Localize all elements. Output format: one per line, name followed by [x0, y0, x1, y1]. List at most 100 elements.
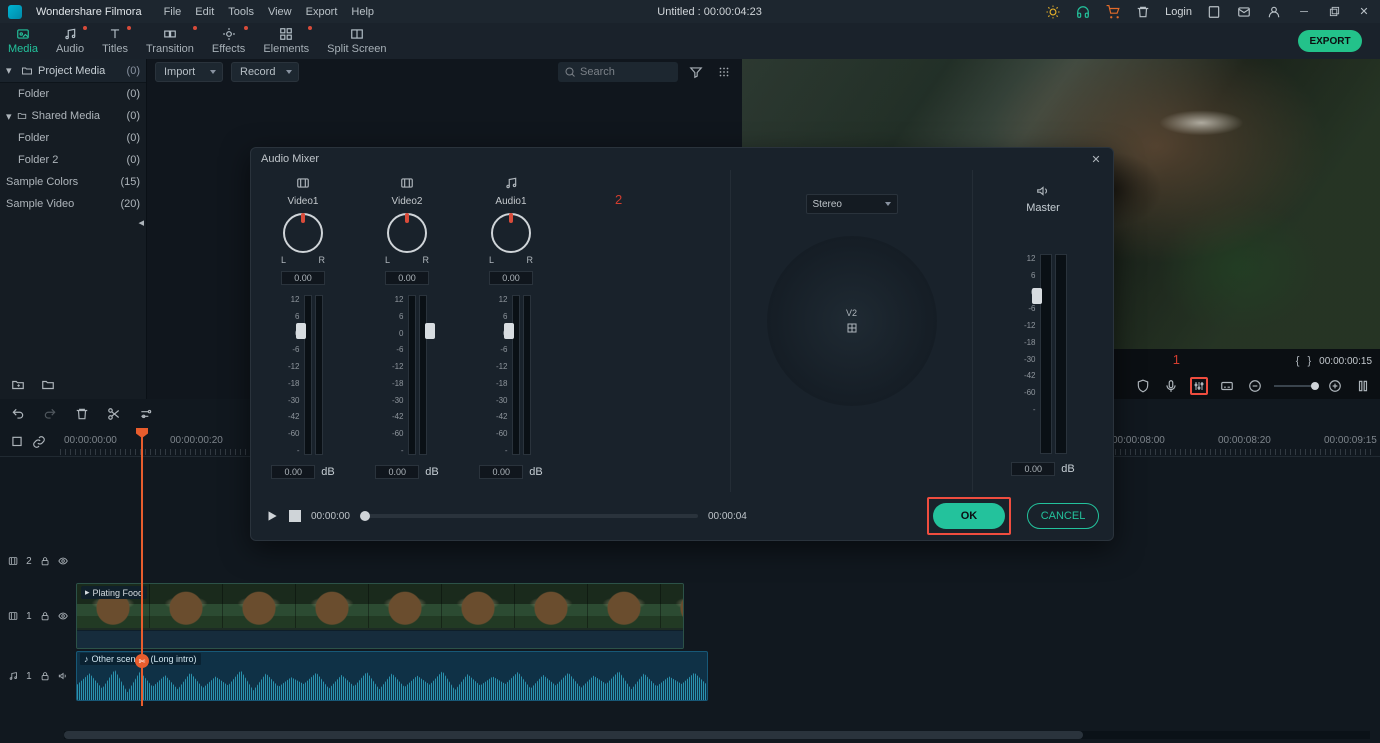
ok-button[interactable]: OK	[933, 503, 1005, 529]
fader[interactable]	[408, 295, 427, 455]
stereo-select[interactable]: Stereo	[806, 194, 898, 214]
redo-icon[interactable]	[42, 406, 58, 422]
film-icon	[8, 609, 18, 623]
timeline-scrollbar[interactable]	[64, 731, 1370, 739]
zoom-range[interactable]	[1274, 385, 1316, 387]
pan-knob[interactable]	[387, 213, 427, 253]
pan-knob[interactable]	[491, 213, 531, 253]
close-icon[interactable]: ✕	[1089, 152, 1103, 166]
speaker-icon[interactable]	[58, 669, 68, 683]
cart-icon[interactable]	[1105, 4, 1121, 20]
new-folder-icon[interactable]	[10, 378, 26, 392]
stop-icon[interactable]	[289, 510, 301, 522]
eye-icon[interactable]	[58, 554, 68, 568]
zoom-out-icon[interactable]	[1246, 377, 1264, 395]
delete-icon[interactable]	[74, 406, 90, 422]
zoom-in-icon[interactable]	[1326, 377, 1344, 395]
shield-icon[interactable]	[1134, 377, 1152, 395]
settings-icon[interactable]	[138, 406, 154, 422]
pan-value[interactable]: 0.00	[281, 271, 325, 285]
marker-icon[interactable]	[10, 435, 24, 449]
menu-edit[interactable]: Edit	[195, 6, 214, 18]
trash-icon[interactable]	[1135, 4, 1151, 20]
sidebar-item-folder2[interactable]: Folder 2(0)	[0, 149, 146, 171]
tab-effects[interactable]: Effects	[212, 27, 245, 55]
minimize-icon[interactable]: ─	[1296, 4, 1312, 20]
sidebar-header[interactable]: ▾ Project Media (0)	[0, 59, 146, 83]
menu-help[interactable]: Help	[351, 6, 374, 18]
headphones-icon[interactable]	[1075, 4, 1091, 20]
playhead-handle-icon[interactable]: ✄	[135, 654, 149, 668]
play-icon: ▸	[85, 587, 90, 598]
sidebar-item-sample-video[interactable]: Sample Video(20)	[0, 193, 146, 215]
eye-icon[interactable]	[58, 609, 68, 623]
pan-knob[interactable]	[283, 213, 323, 253]
audio-mixer-icon[interactable]	[1190, 377, 1208, 395]
menu-export[interactable]: Export	[306, 6, 338, 18]
fader[interactable]	[512, 295, 531, 455]
sidebar-collapse-icon[interactable]: ◂	[0, 215, 146, 229]
sidebar-item-folder[interactable]: Folder(0)	[0, 83, 146, 105]
fit-icon[interactable]	[1354, 377, 1372, 395]
promo-icon[interactable]	[1045, 4, 1061, 20]
db-value[interactable]: 0.00	[375, 465, 419, 479]
film-icon	[8, 554, 18, 568]
folder-icon	[20, 65, 34, 77]
mark-out-icon[interactable]: }	[1307, 355, 1311, 367]
menu-view[interactable]: View	[268, 6, 292, 18]
tab-media[interactable]: Media	[8, 27, 38, 55]
lock-icon[interactable]	[40, 609, 50, 623]
cancel-button[interactable]: CANCEL	[1027, 503, 1099, 529]
file-icon[interactable]	[1206, 4, 1222, 20]
sidebar-item-folder[interactable]: Folder(0)	[0, 127, 146, 149]
export-button[interactable]: EXPORT	[1298, 30, 1362, 52]
audio-clip[interactable]: ♪Other scenery (Long intro)	[76, 651, 708, 701]
tab-transition[interactable]: Transition	[146, 27, 194, 55]
grid-view-icon[interactable]	[714, 62, 734, 82]
playback-progress[interactable]	[360, 514, 698, 518]
menu-file[interactable]: File	[164, 6, 182, 18]
master-db-value[interactable]: 0.00	[1011, 462, 1055, 476]
maximize-icon[interactable]	[1326, 4, 1342, 20]
surround-circle[interactable]: V2	[767, 236, 937, 406]
pan-value[interactable]: 0.00	[385, 271, 429, 285]
video-clip[interactable]: ▸Plating Food	[76, 583, 684, 649]
record-select[interactable]: Record	[231, 62, 299, 82]
pan-value[interactable]: 0.00	[489, 271, 533, 285]
db-value[interactable]: 0.00	[479, 465, 523, 479]
fader[interactable]	[304, 295, 323, 455]
subtitle-icon[interactable]	[1218, 377, 1236, 395]
sidebar-footer	[0, 371, 146, 399]
sidebar-item-sample-colors[interactable]: Sample Colors(15)	[0, 171, 146, 193]
close-icon[interactable]: ✕	[1356, 4, 1372, 20]
mark-in-icon[interactable]: {	[1296, 355, 1300, 367]
menubar: Wondershare Filmora File Edit Tools View…	[0, 0, 1380, 23]
menu-tools[interactable]: Tools	[228, 6, 254, 18]
split-icon[interactable]	[106, 406, 122, 422]
playhead[interactable]: ✄	[141, 428, 143, 706]
link-icon[interactable]	[32, 435, 46, 449]
filter-icon[interactable]	[686, 62, 706, 82]
folder-icon[interactable]	[40, 378, 56, 392]
tab-audio[interactable]: Audio	[56, 27, 84, 55]
tab-split-screen[interactable]: Split Screen	[327, 27, 386, 55]
play-icon[interactable]	[265, 509, 279, 523]
tab-titles[interactable]: Titles	[102, 27, 128, 55]
user-icon[interactable]	[1266, 4, 1282, 20]
login-link[interactable]: Login	[1165, 6, 1192, 18]
tab-elements[interactable]: Elements	[263, 27, 309, 55]
tick: 00:00:09:15	[1324, 435, 1377, 446]
search-input[interactable]: Search	[558, 62, 678, 82]
tab-label: Titles	[102, 43, 128, 55]
master-fader[interactable]	[1040, 254, 1067, 454]
tab-label: Effects	[212, 43, 245, 55]
lock-icon[interactable]	[40, 669, 50, 683]
speaker-icon	[1035, 184, 1051, 198]
sidebar-item-shared[interactable]: ▾ Shared Media (0)	[0, 105, 146, 127]
lock-icon[interactable]	[40, 554, 50, 568]
message-icon[interactable]	[1236, 4, 1252, 20]
mic-icon[interactable]	[1162, 377, 1180, 395]
undo-icon[interactable]	[10, 406, 26, 422]
db-value[interactable]: 0.00	[271, 465, 315, 479]
import-select[interactable]: Import	[155, 62, 223, 82]
